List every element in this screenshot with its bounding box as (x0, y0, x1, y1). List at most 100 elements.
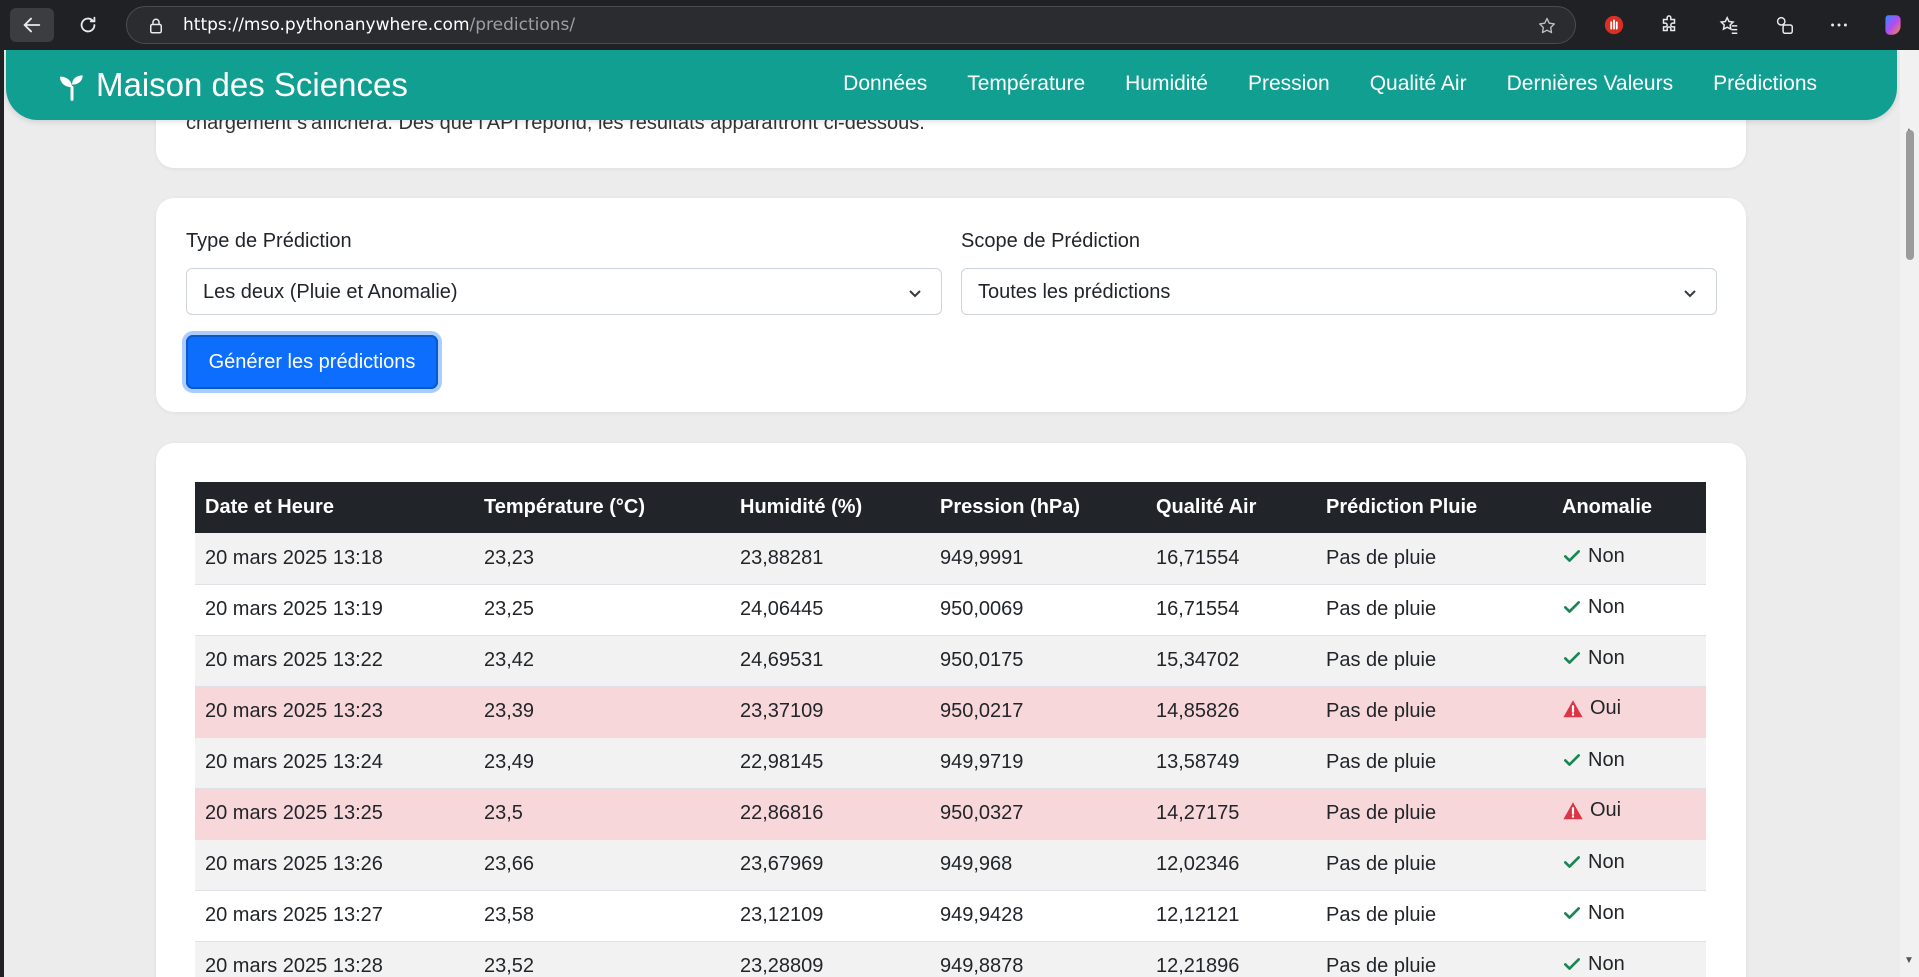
anomaly-status: Oui (1562, 697, 1621, 720)
anomaly-label: Non (1588, 595, 1625, 618)
cell-date: 20 mars 2025 13:27 (195, 890, 474, 942)
cell-pressure: 949,9719 (930, 737, 1146, 789)
cell-date: 20 mars 2025 13:22 (195, 635, 474, 687)
table-row: 20 mars 2025 13:25 23,5 22,86816 950,0327 14… (195, 788, 1706, 840)
table-row: 20 mars 2025 13:27 23,58 23,12109 949,9428 1… (195, 890, 1706, 942)
cell-temperature: 23,39 (474, 686, 730, 738)
cell-temperature: 23,52 (474, 941, 730, 977)
cell-anomaly: Non (1552, 839, 1706, 891)
scroll-down-icon[interactable]: ▼ (1904, 955, 1914, 966)
nav-link-predictions[interactable]: Prédictions (1713, 72, 1817, 96)
reload-icon (80, 16, 96, 33)
scope-select[interactable]: Toutes les prédictions (961, 268, 1717, 315)
chevron-down-icon (909, 290, 921, 298)
anomaly-status: Non (1562, 545, 1625, 568)
anomaly-status: Non (1562, 851, 1625, 874)
cell-anomaly: Non (1552, 941, 1706, 977)
header-air-quality: Qualité Air (1146, 482, 1316, 533)
site-navbar: Maison des Sciences Données Température … (6, 50, 1897, 120)
cell-air-quality: 15,34702 (1146, 635, 1316, 687)
cell-temperature: 23,49 (474, 737, 730, 789)
cell-temperature: 23,5 (474, 788, 730, 840)
anomaly-status: Non (1562, 596, 1625, 619)
anomaly-label: Oui (1590, 697, 1622, 720)
back-button[interactable] (10, 8, 54, 42)
cell-rain-prediction: Pas de pluie (1316, 737, 1552, 789)
anomaly-label: Non (1588, 850, 1625, 873)
cell-humidity: 24,69531 (730, 635, 930, 687)
favorites-icon[interactable] (1716, 12, 1742, 38)
table-row: 20 mars 2025 13:26 23,66 23,67969 949,968 12… (195, 839, 1706, 891)
type-select[interactable]: Les deux (Pluie et Anomalie) (186, 268, 942, 315)
warning-icon (1562, 698, 1584, 720)
browser-toolbar: https://mso.pythonanywhere.com/predictio… (0, 0, 1919, 50)
cell-air-quality: 12,02346 (1146, 839, 1316, 891)
check-icon (1562, 597, 1582, 617)
table-row: 20 mars 2025 13:24 23,49 22,98145 949,9719 1… (195, 737, 1706, 789)
cell-rain-prediction: Pas de pluie (1316, 890, 1552, 942)
header-pressure: Pression (hPa) (930, 482, 1146, 533)
cell-anomaly: Non (1552, 737, 1706, 789)
scope-select-value: Toutes les prédictions (978, 281, 1171, 303)
cell-air-quality: 12,21896 (1146, 941, 1316, 977)
cell-humidity: 23,67969 (730, 839, 930, 891)
cell-pressure: 950,0175 (930, 635, 1146, 687)
brand-name: Maison des Sciences (96, 66, 408, 103)
header-humidity: Humidité (%) (730, 482, 930, 533)
reload-button[interactable] (66, 8, 110, 42)
cell-anomaly: Non (1552, 533, 1706, 585)
cell-anomaly: Non (1552, 890, 1706, 942)
cell-humidity: 22,86816 (730, 788, 930, 840)
nav-link-pression[interactable]: Pression (1248, 72, 1330, 96)
nav-links: Données Température Humidité Pression Qu… (803, 72, 1817, 96)
cell-anomaly: Oui (1552, 788, 1706, 840)
nav-link-donnees[interactable]: Données (843, 72, 927, 96)
url-domain: https://mso.pythonanywhere.com (183, 15, 470, 35)
brand-link[interactable]: Maison des Sciences (56, 66, 408, 104)
cell-temperature: 23,66 (474, 839, 730, 891)
nav-link-temperature[interactable]: Température (967, 72, 1085, 96)
cell-temperature: 23,25 (474, 584, 730, 636)
cell-pressure: 949,9428 (930, 890, 1146, 942)
scope-label: Scope de Prédiction (961, 230, 1141, 252)
address-bar[interactable]: https://mso.pythonanywhere.com/predictio… (126, 6, 1576, 44)
extensions-puzzle-icon[interactable] (1656, 12, 1682, 38)
chevron-down-icon (1684, 290, 1696, 298)
cell-air-quality: 12,12121 (1146, 890, 1316, 942)
table-row: 20 mars 2025 13:23 23,39 23,37109 950,0217 1… (195, 686, 1706, 738)
cell-anomaly: Non (1552, 635, 1706, 687)
header-anomaly: Anomalie (1552, 482, 1706, 533)
anomaly-label: Non (1588, 748, 1625, 771)
nav-link-dernieres-valeurs[interactable]: Dernières Valeurs (1507, 72, 1674, 96)
cell-humidity: 23,12109 (730, 890, 930, 942)
favorite-star-icon[interactable] (1537, 16, 1557, 36)
cell-date: 20 mars 2025 13:24 (195, 737, 474, 789)
cell-rain-prediction: Pas de pluie (1316, 584, 1552, 636)
more-options-icon[interactable] (1826, 12, 1852, 38)
nav-link-humidite[interactable]: Humidité (1125, 72, 1208, 96)
page-scrollbar[interactable]: ▲ ▼ (1900, 50, 1919, 977)
cell-pressure: 950,0217 (930, 686, 1146, 738)
cell-air-quality: 16,71554 (1146, 584, 1316, 636)
nav-link-qualite-air[interactable]: Qualité Air (1370, 72, 1467, 96)
cell-pressure: 949,9991 (930, 533, 1146, 585)
collections-icon[interactable] (1771, 12, 1797, 38)
anomaly-status: Non (1562, 953, 1625, 976)
lock-icon (150, 18, 162, 34)
results-card: Date et Heure Température (°C) Humidité … (156, 443, 1746, 977)
cell-temperature: 23,42 (474, 635, 730, 687)
extension-hand-icon[interactable] (1601, 12, 1627, 38)
cell-date: 20 mars 2025 13:26 (195, 839, 474, 891)
prediction-form-card: Type de Prédiction Les deux (Pluie et An… (156, 198, 1746, 412)
cell-air-quality: 16,71554 (1146, 533, 1316, 585)
generate-predictions-button[interactable]: Générer les prédictions (186, 335, 438, 389)
anomaly-status: Non (1562, 902, 1625, 925)
cell-anomaly: Non (1552, 584, 1706, 636)
cell-humidity: 23,88281 (730, 533, 930, 585)
check-icon (1562, 903, 1582, 923)
anomaly-label: Non (1588, 544, 1625, 567)
table-row: 20 mars 2025 13:19 23,25 24,06445 950,0069 1… (195, 584, 1706, 636)
scroll-thumb[interactable] (1906, 130, 1914, 260)
copilot-icon[interactable] (1880, 12, 1906, 38)
header-rain-prediction: Prédiction Pluie (1316, 482, 1552, 533)
